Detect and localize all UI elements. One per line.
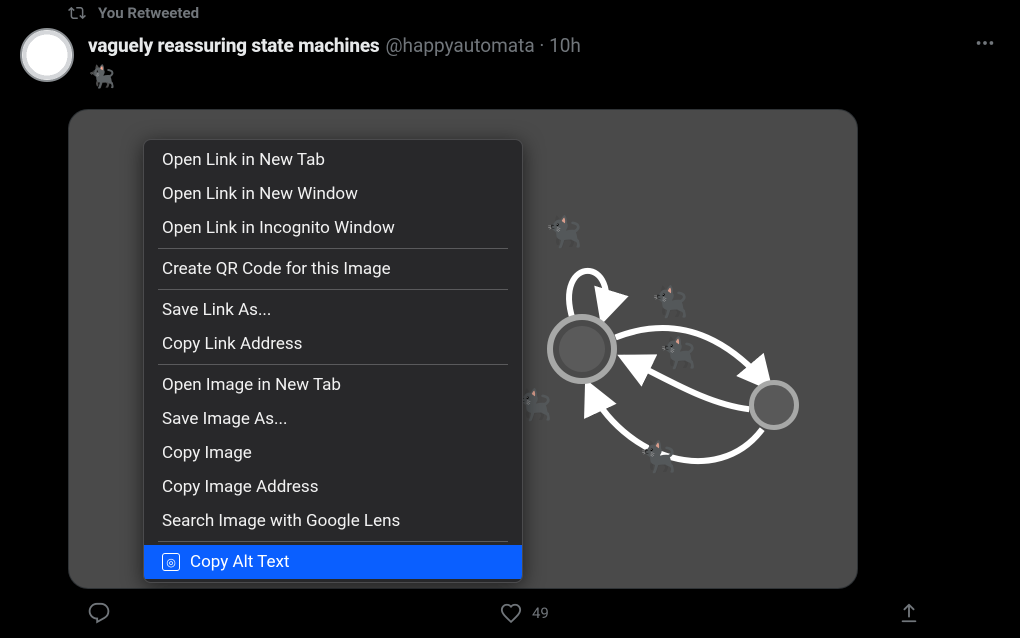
reply-icon: [88, 602, 110, 624]
menu-open-link-incognito[interactable]: Open Link in Incognito Window: [144, 211, 522, 245]
like-count: 49: [532, 604, 549, 622]
context-menu: Open Link in New Tab Open Link in New Wi…: [143, 139, 523, 583]
avatar[interactable]: [20, 28, 74, 82]
menu-open-link-new-tab[interactable]: Open Link in New Tab: [144, 143, 522, 177]
reply-button[interactable]: [88, 602, 110, 624]
separator-dot: ·: [539, 34, 544, 57]
heart-icon: [500, 602, 522, 624]
menu-save-link-as[interactable]: Save Link As...: [144, 293, 522, 327]
menu-open-image-new-tab[interactable]: Open Image in New Tab: [144, 368, 522, 402]
menu-open-link-new-window[interactable]: Open Link in New Window: [144, 177, 522, 211]
retweet-indicator: You Retweeted: [68, 0, 1000, 22]
tweet-actions: 49: [88, 592, 1000, 634]
cat-emoji: 🐈‍⬛: [545, 215, 582, 250]
menu-copy-alt-text-label: Copy Alt Text: [190, 552, 289, 572]
menu-save-image-as[interactable]: Save Image As...: [144, 402, 522, 436]
share-icon: [898, 602, 920, 624]
menu-search-google-lens[interactable]: Search Image with Google Lens: [144, 504, 522, 538]
timestamp[interactable]: 10h: [549, 34, 581, 57]
menu-copy-image[interactable]: Copy Image: [144, 436, 522, 470]
handle[interactable]: @happyautomata: [385, 34, 534, 57]
accept-state-node: [547, 314, 617, 384]
share-button[interactable]: [898, 602, 920, 624]
menu-copy-alt-text[interactable]: ◎ Copy Alt Text: [144, 545, 522, 579]
tweet-text: 🐈‍⬛: [88, 65, 1000, 91]
display-name[interactable]: vaguely reassuring state machines: [88, 34, 379, 57]
menu-copy-image-address[interactable]: Copy Image Address: [144, 470, 522, 504]
extension-icon: ◎: [162, 553, 180, 571]
retweet-label: You Retweeted: [98, 4, 199, 22]
more-icon: [974, 32, 996, 54]
cat-emoji: 🐈‍⬛: [651, 285, 688, 320]
retweet-icon: [68, 4, 86, 22]
cat-emoji: 🐈‍⬛: [639, 440, 676, 475]
like-button[interactable]: 49: [500, 602, 549, 624]
cat-emoji: 🐈‍⬛: [659, 336, 696, 371]
menu-create-qr-code[interactable]: Create QR Code for this Image: [144, 252, 522, 286]
more-button[interactable]: [970, 28, 1000, 63]
menu-copy-link-address[interactable]: Copy Link Address: [144, 327, 522, 361]
